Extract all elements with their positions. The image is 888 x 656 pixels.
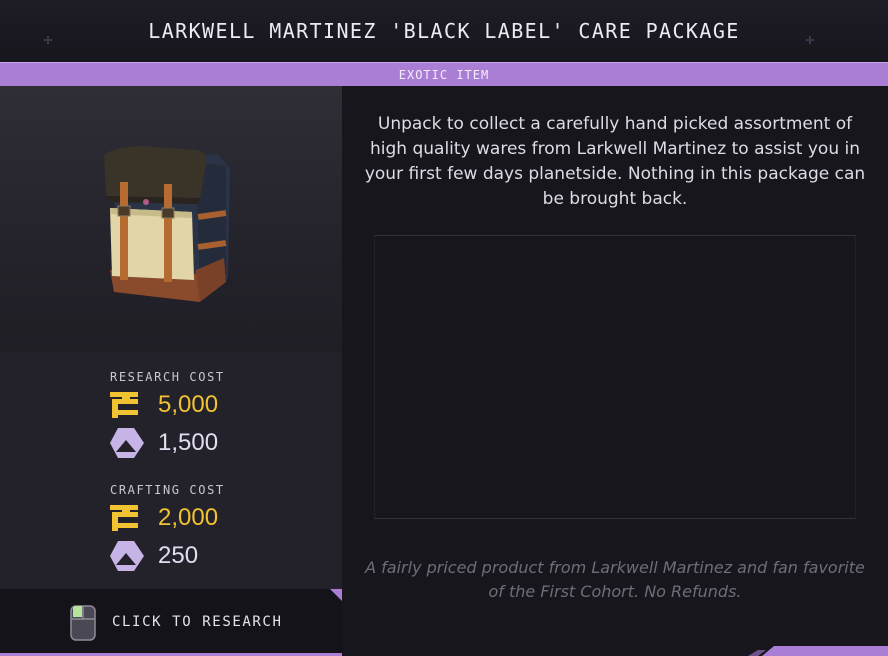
sparkle-decoration — [44, 36, 52, 44]
hexagon-data-icon — [110, 428, 144, 458]
crafting-credits-value: 2,000 — [158, 504, 219, 531]
rarity-banner: EXOTIC ITEM — [0, 62, 888, 86]
crafting-data-value: 250 — [158, 542, 199, 569]
sparkle-decoration — [806, 36, 814, 44]
research-credits-value: 5,000 — [158, 391, 219, 418]
rarity-label: EXOTIC ITEM — [398, 67, 490, 82]
title-bar: LARKWELL MARTINEZ 'BLACK LABEL' CARE PAC… — [0, 0, 888, 62]
credits-icon — [110, 392, 138, 418]
research-button[interactable]: CLICK TO RESEARCH — [0, 589, 342, 656]
research-cost-label: RESEARCH COST — [110, 370, 225, 384]
hexagon-data-icon — [110, 541, 144, 571]
stats-box — [374, 235, 856, 519]
item-description: Unpack to collect a carefully hand picke… — [364, 114, 866, 209]
crafting-credits-row: 2,000 — [108, 501, 218, 535]
corner-accent — [330, 589, 342, 601]
item-image-area — [0, 86, 342, 352]
mouse-left-click-icon — [70, 605, 96, 641]
backpack-icon — [104, 146, 230, 302]
item-title: LARKWELL MARTINEZ 'BLACK LABEL' CARE PAC… — [148, 19, 740, 43]
research-data-row: 1,500 — [108, 426, 218, 460]
credits-icon — [110, 505, 138, 531]
research-data-value: 1,500 — [158, 429, 219, 456]
research-button-label: CLICK TO RESEARCH — [112, 614, 283, 630]
crafting-cost-label: CRAFTING COST — [110, 483, 225, 497]
cost-area: RESEARCH COST 5,000 1,500 CRAFTING COST … — [0, 352, 342, 589]
corner-accent — [748, 646, 888, 656]
flavor-text: A fairly priced product from Larkwell Ma… — [365, 558, 865, 601]
crafting-data-row: 250 — [108, 539, 198, 573]
research-credits-row: 5,000 — [108, 388, 218, 422]
item-details-panel: Unpack to collect a carefully hand picke… — [342, 86, 888, 656]
item-summary-panel: RESEARCH COST 5,000 1,500 CRAFTING COST … — [0, 86, 342, 656]
